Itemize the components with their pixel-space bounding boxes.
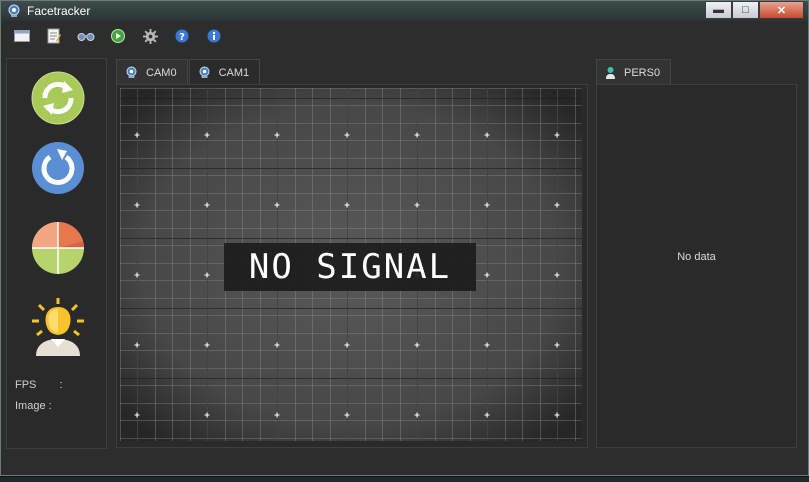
toolbar: ? bbox=[9, 25, 233, 47]
info-icon bbox=[207, 29, 221, 43]
camera-tabs: CAM0 CAM1 bbox=[116, 59, 261, 85]
close-icon: ✕ bbox=[776, 4, 787, 17]
calibration-grid-image: NO SIGNAL bbox=[120, 88, 582, 441]
image-label: Image : bbox=[15, 400, 52, 412]
webcam-icon bbox=[8, 4, 20, 17]
left-panel: FPS : Image : bbox=[6, 58, 107, 449]
svg-text:?: ? bbox=[179, 32, 185, 43]
tab-cam0[interactable]: CAM0 bbox=[116, 59, 188, 85]
tab-cam1[interactable]: CAM1 bbox=[188, 59, 261, 85]
person-lightbulb-icon[interactable] bbox=[31, 297, 85, 357]
tab-pers0-label: PERS0 bbox=[624, 66, 661, 79]
image-readout: Image : bbox=[15, 400, 52, 412]
app-window: Facetracker ▬ □ ✕ ? FPS: Image: CAM0 C… bbox=[0, 0, 809, 476]
window-title: Facetracker bbox=[27, 4, 91, 18]
title-bar[interactable]: Facetracker ▬ □ ✕ bbox=[1, 1, 808, 21]
sync-icon[interactable] bbox=[31, 71, 85, 125]
toolbar-play-button[interactable] bbox=[105, 26, 131, 46]
webcam-icon bbox=[126, 66, 137, 78]
no-data-text: No data bbox=[677, 251, 716, 263]
tab-pers0[interactable]: PERS0 bbox=[596, 59, 672, 85]
tab-cam1-label: CAM1 bbox=[218, 66, 250, 79]
help-icon: ? bbox=[175, 29, 189, 43]
camera-view[interactable]: NO SIGNAL bbox=[120, 88, 582, 441]
window-controls: ▬ □ ✕ bbox=[705, 1, 804, 19]
binoculars-icon bbox=[77, 33, 95, 41]
close-button[interactable]: ✕ bbox=[759, 1, 804, 19]
play-icon bbox=[111, 29, 125, 43]
fps-separator: : bbox=[59, 379, 63, 391]
toolbar-settings-button[interactable] bbox=[137, 26, 163, 46]
refresh-icon[interactable] bbox=[31, 141, 85, 195]
camera-panel: NO SIGNAL bbox=[116, 84, 588, 448]
tab-cam0-label: CAM0 bbox=[146, 66, 177, 79]
toolbar-search-button[interactable] bbox=[73, 26, 99, 46]
pie-chart-icon[interactable] bbox=[31, 221, 85, 275]
notepad-icon bbox=[47, 28, 61, 44]
toolbar-help-button[interactable]: ? bbox=[169, 26, 195, 46]
person-panel: No data bbox=[596, 84, 797, 448]
toolbar-window-button[interactable] bbox=[9, 26, 35, 46]
no-signal-banner: NO SIGNAL bbox=[224, 243, 476, 291]
toolbar-info-button[interactable] bbox=[201, 26, 227, 46]
person-icon bbox=[606, 67, 615, 79]
minimize-icon: ▬ bbox=[713, 4, 724, 16]
webcam-icon bbox=[199, 66, 210, 78]
window-icon bbox=[14, 30, 30, 42]
toolbar-notes-button[interactable] bbox=[41, 26, 67, 46]
status-bar bbox=[1, 453, 808, 475]
gear-icon bbox=[142, 28, 158, 44]
fps-label: FPS bbox=[15, 379, 37, 391]
maximize-button[interactable]: □ bbox=[732, 1, 759, 19]
maximize-icon: □ bbox=[742, 4, 749, 16]
fps-readout: FPS : bbox=[15, 379, 63, 391]
no-signal-text: NO SIGNAL bbox=[249, 247, 451, 287]
person-tabs: PERS0 bbox=[596, 59, 672, 85]
minimize-button[interactable]: ▬ bbox=[705, 1, 732, 19]
